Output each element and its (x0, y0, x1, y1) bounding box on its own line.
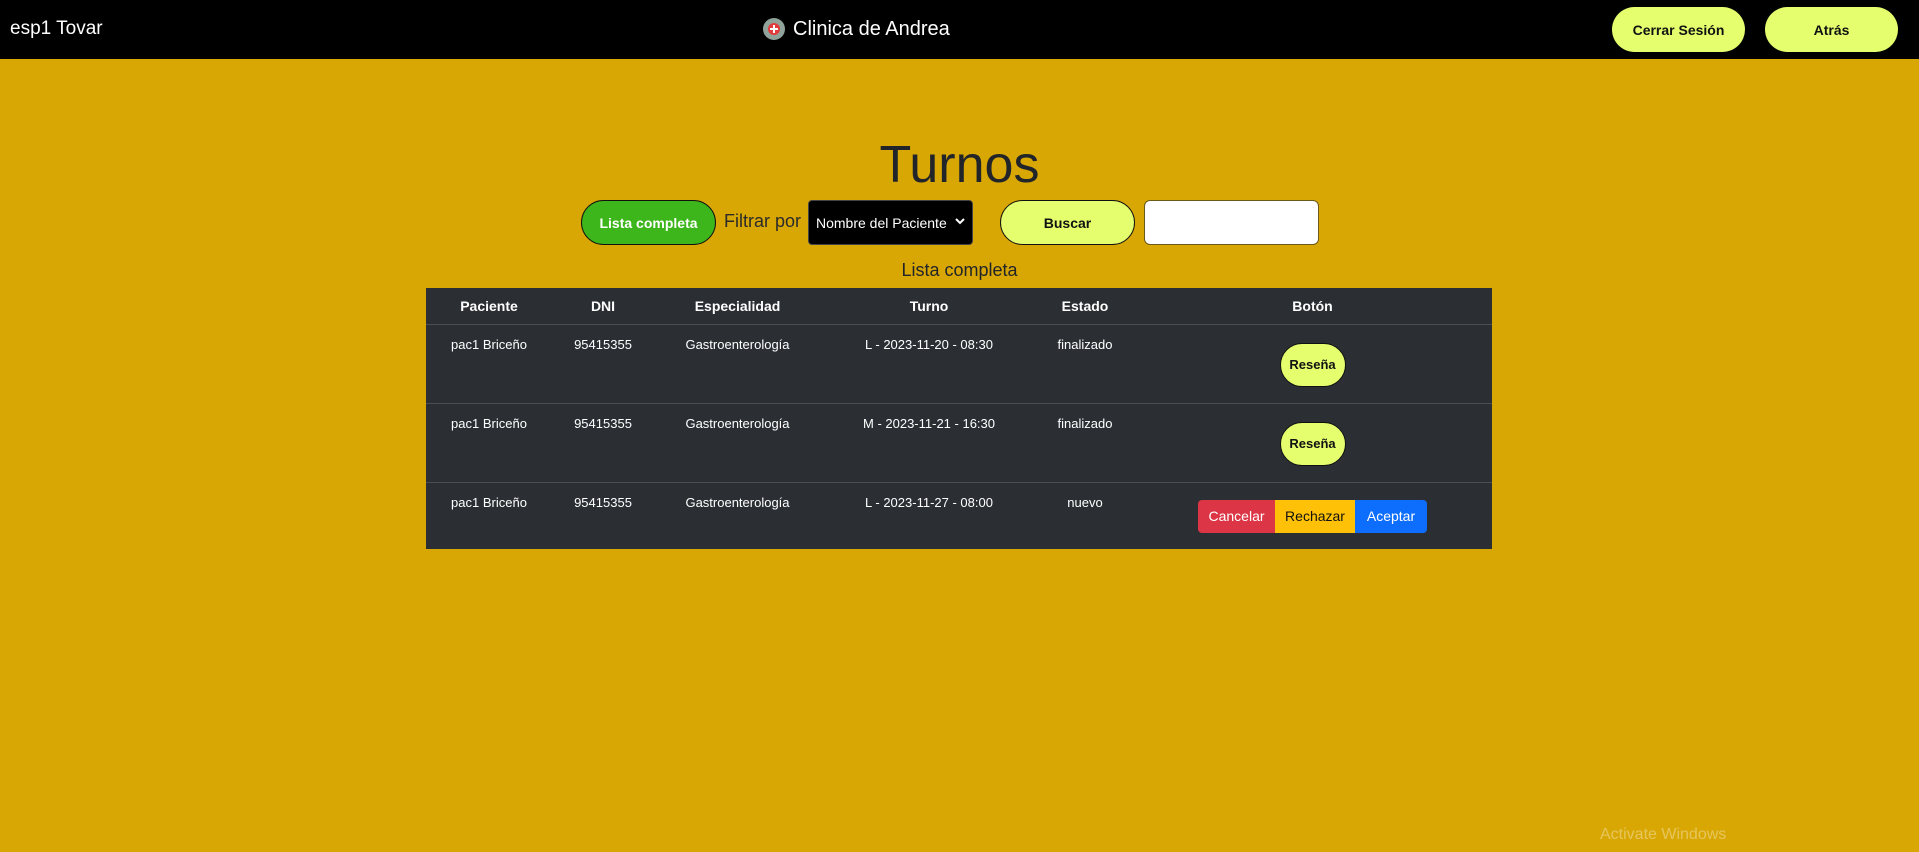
header-turno: Turno (821, 288, 1037, 325)
review-button[interactable]: Reseña (1279, 421, 1346, 466)
action-button-group: Cancelar Rechazar Aceptar (1198, 499, 1427, 533)
cell-estado: finalizado (1037, 403, 1133, 483)
brand-name: Clinica de Andrea (793, 18, 950, 40)
cancel-button[interactable]: Cancelar (1198, 499, 1275, 533)
header-boton: Botón (1133, 288, 1492, 325)
filter-select-value: Nombre del Paciente (816, 214, 947, 231)
cell-actions: Cancelar Rechazar Aceptar (1133, 482, 1492, 549)
table-row: pac1 Briceño 95415355 Gastroenterología … (426, 403, 1492, 483)
list-subtitle: Lista completa (901, 260, 1018, 280)
back-button[interactable]: Atrás (1765, 7, 1898, 52)
reject-button[interactable]: Rechazar (1275, 499, 1355, 533)
cell-paciente: pac1 Briceño (426, 324, 552, 404)
cell-dni: 95415355 (552, 403, 654, 483)
chevron-down-icon (955, 218, 965, 225)
cell-paciente: pac1 Briceño (451, 494, 527, 510)
table-row: pac1 Briceño 95415355 Gastroenterología … (426, 482, 1492, 549)
cell-dni: 95415355 (574, 494, 632, 510)
search-button[interactable]: Buscar (1000, 200, 1135, 245)
filter-select[interactable]: Nombre del Paciente (808, 200, 973, 245)
table-row: pac1 Briceño 95415355 Gastroenterología … (426, 324, 1492, 404)
brand[interactable]: Clinica de Andrea (763, 17, 950, 41)
cell-actions: Reseña (1133, 324, 1492, 404)
cell-turno: L - 2023-11-20 - 08:30 (821, 324, 1037, 404)
logout-button[interactable]: Cerrar Sesión (1612, 7, 1745, 52)
windows-activation-watermark: Activate Windows (1600, 826, 1727, 843)
review-button[interactable]: Reseña (1279, 342, 1346, 387)
cell-estado: nuevo (1067, 494, 1103, 510)
cell-turno: M - 2023-11-21 - 16:30 (821, 403, 1037, 483)
header-especialidad: Especialidad (654, 288, 821, 325)
cell-dni: 95415355 (552, 324, 654, 404)
clinic-logo-icon (763, 18, 785, 40)
cell-estado: finalizado (1037, 324, 1133, 404)
navbar: esp1 Tovar Clinica de Andrea Cerrar Sesi… (0, 0, 1919, 59)
search-input[interactable] (1144, 200, 1319, 245)
header-dni: DNI (552, 288, 654, 325)
appointments-table: Paciente DNI Especialidad Turno Estado B… (426, 288, 1492, 549)
header-paciente: Paciente (426, 288, 552, 325)
cell-turno: L - 2023-11-27 - 08:00 (865, 494, 993, 510)
full-list-button[interactable]: Lista completa (581, 200, 716, 245)
cell-actions: Reseña (1133, 403, 1492, 483)
cell-paciente: pac1 Briceño (426, 403, 552, 483)
page-title: Turnos (879, 136, 1040, 194)
header-estado: Estado (1037, 288, 1133, 325)
user-name: esp1 Tovar (10, 18, 103, 39)
cell-especialidad: Gastroenterología (654, 324, 821, 404)
cell-especialidad: Gastroenterología (685, 494, 790, 510)
cell-especialidad: Gastroenterología (654, 403, 821, 483)
accept-button[interactable]: Aceptar (1355, 499, 1427, 533)
filter-label: Filtrar por (724, 211, 802, 231)
table-header-row: Paciente DNI Especialidad Turno Estado B… (426, 288, 1492, 325)
